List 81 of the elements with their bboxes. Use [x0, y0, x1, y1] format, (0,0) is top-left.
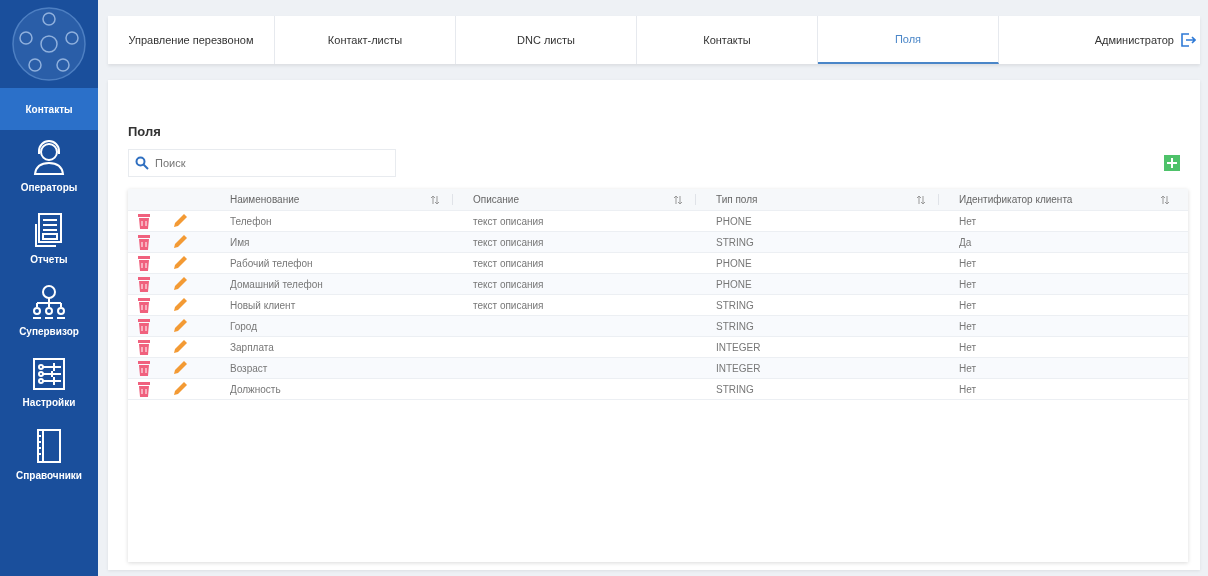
- logout-icon[interactable]: [1180, 32, 1196, 48]
- pencil-icon[interactable]: [172, 339, 188, 355]
- table-cell: INTEGER: [716, 362, 761, 374]
- table-cell: текст описания: [473, 257, 544, 269]
- table-cell: STRING: [716, 236, 754, 248]
- table-cell: Нет: [959, 362, 977, 374]
- table-cell: INTEGER: [716, 341, 761, 353]
- notebook-icon: [34, 427, 64, 464]
- table-cell: Имя: [230, 236, 250, 248]
- sidebar-item[interactable]: Отчеты: [0, 202, 98, 274]
- column-header[interactable]: Наименование: [230, 194, 300, 205]
- pencil-icon[interactable]: [172, 234, 188, 250]
- column-header[interactable]: Идентификатор клиента: [959, 194, 1073, 205]
- sidebar-item[interactable]: Справочники: [0, 418, 98, 490]
- headset-person-icon: [32, 139, 66, 176]
- trash-icon[interactable]: [138, 381, 150, 397]
- table-cell: Новый клиент: [230, 299, 296, 311]
- tab[interactable]: Контакт-листы: [275, 16, 456, 64]
- sidebar-item[interactable]: Операторы: [0, 130, 98, 202]
- table-cell: Город: [230, 320, 258, 332]
- pencil-icon[interactable]: [172, 297, 188, 313]
- table-cell: Да: [959, 236, 972, 248]
- pencil-icon[interactable]: [172, 255, 188, 271]
- column-header[interactable]: Тип поля: [716, 194, 758, 205]
- table-cell: PHONE: [716, 257, 752, 269]
- sort-icon[interactable]: [673, 194, 683, 205]
- sort-icon[interactable]: [1160, 194, 1170, 205]
- table-cell: Домашний телефон: [230, 278, 323, 290]
- pencil-icon[interactable]: [172, 381, 188, 397]
- document-icon: [34, 211, 64, 248]
- trash-icon[interactable]: [138, 297, 150, 313]
- table-cell: Зарплата: [230, 341, 274, 353]
- table-cell: PHONE: [716, 278, 752, 290]
- trash-icon[interactable]: [138, 339, 150, 355]
- table-cell: Нет: [959, 278, 977, 290]
- tab[interactable]: Поля: [818, 16, 999, 64]
- table-cell: STRING: [716, 299, 754, 311]
- trash-icon[interactable]: [138, 213, 150, 229]
- table-cell: Должность: [230, 383, 281, 395]
- table-cell: Нет: [959, 299, 977, 311]
- table-cell: Нет: [959, 257, 977, 269]
- table-cell: Нет: [959, 320, 977, 332]
- plus-icon: [1167, 158, 1177, 168]
- hierarchy-icon: [31, 283, 67, 320]
- table-cell: текст описания: [473, 215, 544, 227]
- logo-icon: [10, 5, 88, 83]
- trash-icon[interactable]: [138, 360, 150, 376]
- pencil-icon[interactable]: [172, 318, 188, 334]
- table-cell: PHONE: [716, 215, 752, 227]
- sidebar-item[interactable]: Супервизор: [0, 274, 98, 346]
- table-cell: STRING: [716, 383, 754, 395]
- table-cell: STRING: [716, 320, 754, 332]
- user-name: Администратор: [1094, 34, 1174, 46]
- table-cell: текст описания: [473, 236, 544, 248]
- table-cell: Нет: [959, 215, 977, 227]
- pencil-icon[interactable]: [172, 276, 188, 292]
- tab[interactable]: Контакты: [637, 16, 818, 64]
- table-cell: Нет: [959, 341, 977, 353]
- trash-icon[interactable]: [138, 318, 150, 334]
- column-header[interactable]: Описание: [473, 194, 519, 205]
- table-cell: текст описания: [473, 278, 544, 290]
- sort-icon[interactable]: [916, 194, 926, 205]
- table-cell: Рабочий телефон: [230, 257, 313, 269]
- pencil-icon[interactable]: [172, 360, 188, 376]
- trash-icon[interactable]: [138, 276, 150, 292]
- sidebar-item[interactable]: Настройки: [0, 346, 98, 418]
- tab[interactable]: Управление перезвоном: [108, 16, 275, 64]
- table-cell: текст описания: [473, 299, 544, 311]
- add-button[interactable]: [1164, 155, 1180, 171]
- table-cell: Телефон: [230, 215, 272, 227]
- search-field[interactable]: Поиск: [128, 149, 396, 177]
- table-cell: Возраст: [230, 362, 268, 374]
- settings-icon: [32, 356, 66, 391]
- sort-icon[interactable]: [430, 194, 440, 205]
- trash-icon[interactable]: [138, 234, 150, 250]
- page-title: Поля: [128, 124, 162, 139]
- trash-icon[interactable]: [138, 255, 150, 271]
- sidebar-item[interactable]: Контакты: [0, 88, 98, 130]
- pencil-icon[interactable]: [172, 213, 188, 229]
- table-cell: Нет: [959, 383, 977, 395]
- tab[interactable]: DNC листы: [456, 16, 637, 64]
